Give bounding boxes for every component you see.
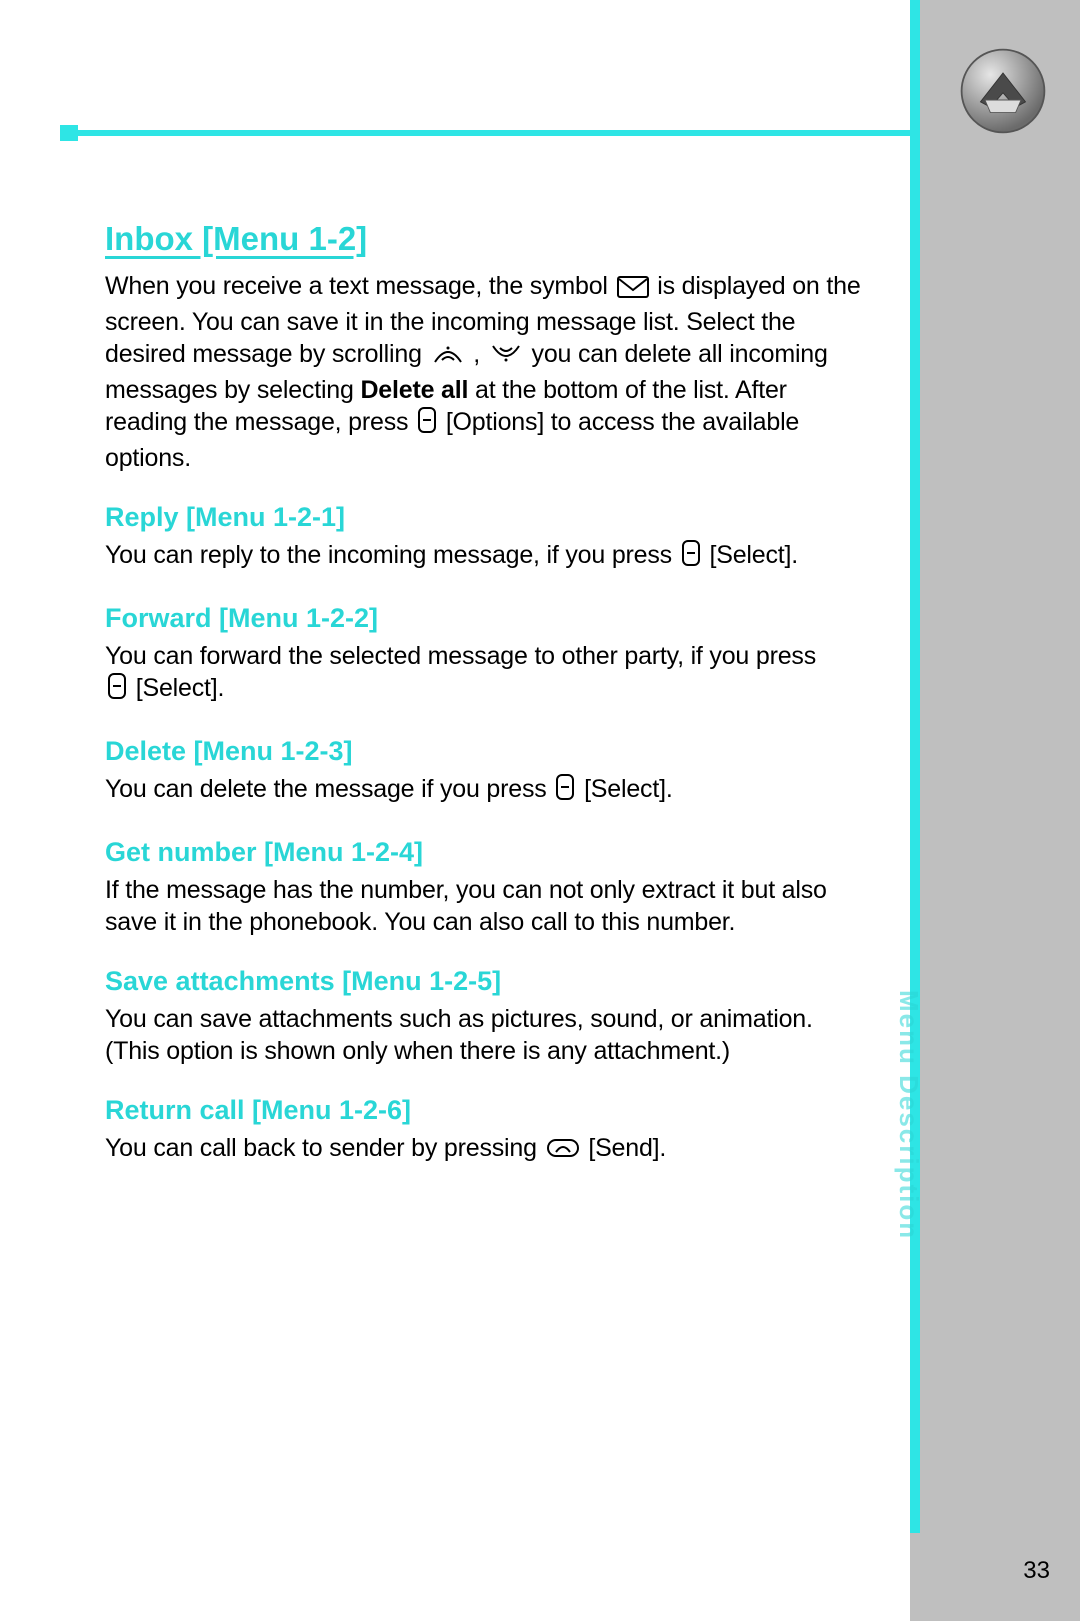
softkey-icon	[681, 539, 701, 575]
delete-text-a: You can delete the message if you press	[105, 775, 553, 803]
manual-page: Inbox [Menu 1-2] When you receive a text…	[0, 0, 1080, 1621]
delete-text-b: [Select].	[584, 775, 673, 803]
body-delete: You can delete the message if you press …	[105, 773, 865, 809]
send-key-icon	[546, 1136, 580, 1168]
envelope-icon	[617, 274, 649, 306]
softkey-icon	[107, 672, 127, 708]
intro-text-comma: ,	[473, 340, 487, 368]
top-rule-lead	[60, 125, 78, 141]
softkey-icon	[555, 773, 575, 809]
mail-corner-icon	[958, 46, 1048, 136]
reply-text-a: You can reply to the incoming message, i…	[105, 541, 679, 569]
intro-text-1: When you receive a text message, the sym…	[105, 272, 615, 300]
forward-text-b: [Select].	[136, 674, 225, 702]
body-returncall: You can call back to sender by pressing …	[105, 1132, 865, 1168]
scroll-down-icon	[489, 342, 523, 374]
scroll-up-icon	[431, 342, 465, 374]
side-column	[910, 0, 1080, 1621]
returncall-text-a: You can call back to sender by pressing	[105, 1134, 544, 1162]
returncall-text-b: [Send].	[588, 1134, 666, 1162]
page-number: 33	[1023, 1557, 1050, 1585]
body-reply: You can reply to the incoming message, i…	[105, 539, 865, 575]
accent-vertical-top	[910, 0, 920, 136]
subtitle-reply: Reply [Menu 1-2-1]	[105, 502, 865, 533]
body-saveatt: You can save attachments such as picture…	[105, 1003, 865, 1067]
softkey-icon	[417, 406, 437, 442]
section-title-inbox: Inbox [Menu 1-2]	[105, 220, 865, 258]
side-label-text: Menu Description	[893, 990, 924, 1240]
subtitle-getnumber: Get number [Menu 1-2-4]	[105, 837, 865, 868]
page-content: Inbox [Menu 1-2] When you receive a text…	[105, 220, 865, 1170]
forward-text-a: You can forward the selected message to …	[105, 642, 816, 670]
subtitle-forward: Forward [Menu 1-2-2]	[105, 603, 865, 634]
reply-text-b: [Select].	[709, 541, 798, 569]
subtitle-delete: Delete [Menu 1-2-3]	[105, 736, 865, 767]
subtitle-saveatt: Save attachments [Menu 1-2-5]	[105, 966, 865, 997]
body-forward: You can forward the selected message to …	[105, 640, 865, 708]
intro-paragraph: When you receive a text message, the sym…	[105, 270, 865, 474]
intro-bold-deleteall: Delete all	[360, 376, 468, 404]
subtitle-returncall: Return call [Menu 1-2-6]	[105, 1095, 865, 1126]
top-rule	[60, 130, 920, 136]
body-getnumber: If the message has the number, you can n…	[105, 874, 865, 938]
page-num-accent	[910, 1255, 920, 1533]
